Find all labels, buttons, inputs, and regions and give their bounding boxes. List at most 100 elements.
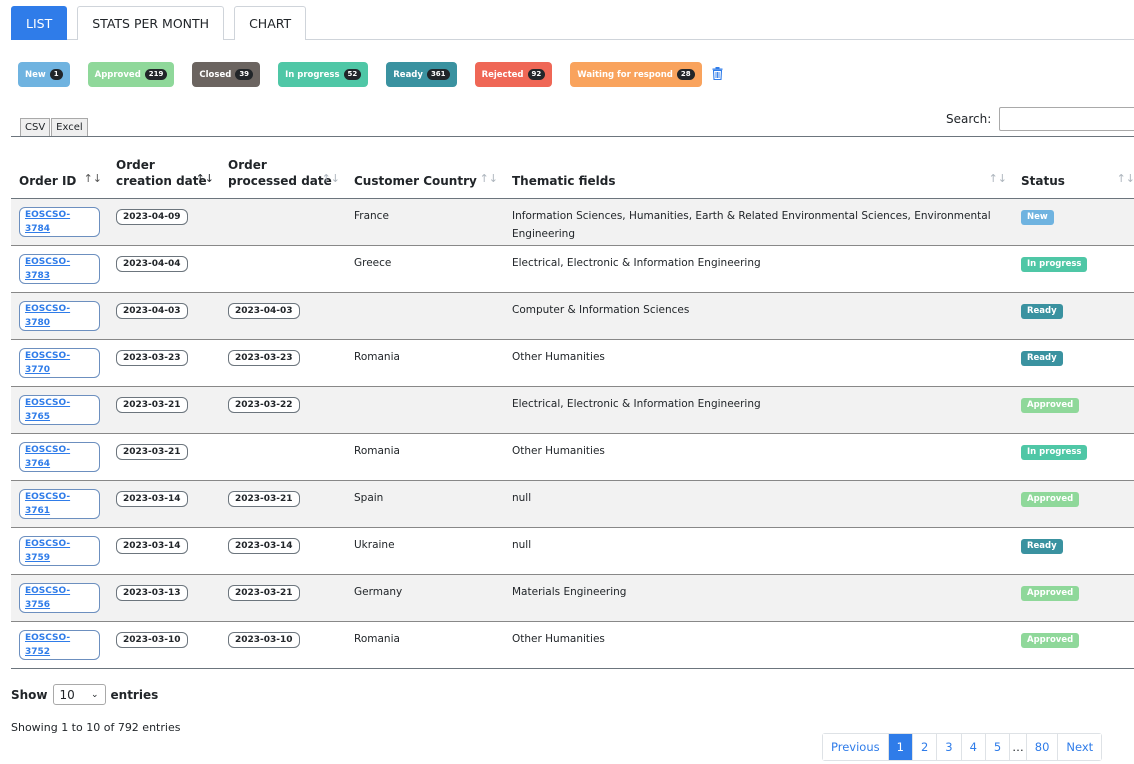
page-length-select[interactable]: 10 ⌄ xyxy=(52,684,106,705)
order-id-link[interactable]: EOSCSO-3765 xyxy=(19,395,100,425)
processed-date-pill: 2023-03-23 xyxy=(228,350,300,366)
table-row: EOSCSO-3783 2023-04-04 Greece Electrical, E… xyxy=(11,245,1134,293)
status-badge: Approved xyxy=(1021,586,1080,601)
cell-processed-date xyxy=(220,198,346,246)
cell-status: Approved xyxy=(1013,386,1134,434)
page-button-3[interactable]: 3 xyxy=(937,734,962,760)
cell-processed-date: 2023-03-21 xyxy=(220,480,346,528)
creation-date-pill: 2023-03-23 xyxy=(116,350,188,366)
table-row: EOSCSO-3765 2023-03-21 2023-03-22 Electrica… xyxy=(11,386,1134,434)
cell-processed-date: 2023-03-22 xyxy=(220,386,346,434)
status-badge: Approved xyxy=(1021,398,1080,413)
cell-status: In progress xyxy=(1013,433,1134,481)
cell-thematic-fields: Electrical, Electronic & Information Eng… xyxy=(504,245,1013,293)
page-button-2[interactable]: 2 xyxy=(912,734,938,760)
processed-date-pill: 2023-03-21 xyxy=(228,491,300,507)
sort-icon: ↑↓ xyxy=(1116,172,1134,185)
filter-approved-button[interactable]: Approved 219 xyxy=(87,62,175,87)
cell-status: Approved xyxy=(1013,622,1134,669)
column-header-order-id[interactable]: Order ID ↑↓ xyxy=(11,136,108,199)
order-id-link[interactable]: EOSCSO-3756 xyxy=(19,583,100,613)
search-input[interactable] xyxy=(999,107,1134,131)
trash-icon[interactable] xyxy=(712,66,723,83)
filter-rejected-button[interactable]: Rejected 92 xyxy=(474,62,553,87)
order-id-link[interactable]: EOSCSO-3783 xyxy=(19,254,100,284)
count-badge: 92 xyxy=(527,69,546,80)
cell-country: Romania xyxy=(354,633,400,645)
table-row: EOSCSO-3752 2023-03-10 2023-03-10 Romania Ot… xyxy=(11,622,1134,669)
tab-bar: LIST STATS PER MONTH CHART xyxy=(11,6,1134,40)
count-badge: 28 xyxy=(676,69,695,80)
cell-thematic-fields: Electrical, Electronic & Information Eng… xyxy=(504,386,1013,434)
table-row: EOSCSO-3784 2023-04-09 France Information S… xyxy=(11,198,1134,246)
cell-processed-date: 2023-03-10 xyxy=(220,622,346,669)
sort-icon: ↑↓ xyxy=(83,172,102,185)
table-header-row: Order ID ↑↓ Order creation date ↑↓ Order p… xyxy=(11,136,1134,199)
table-row: EOSCSO-3761 2023-03-14 2023-03-21 Spain null… xyxy=(11,480,1134,528)
order-id-link[interactable]: EOSCSO-3759 xyxy=(19,536,100,566)
creation-date-pill: 2023-03-14 xyxy=(116,538,188,554)
cell-processed-date xyxy=(220,245,346,293)
status-badge: Ready xyxy=(1021,304,1063,319)
page-button-80[interactable]: 80 xyxy=(1026,734,1059,760)
cell-processed-date: 2023-04-03 xyxy=(220,292,346,340)
column-header-status[interactable]: Status ↑↓ xyxy=(1013,136,1134,199)
processed-date-pill: 2023-03-22 xyxy=(228,397,300,413)
creation-date-pill: 2023-03-21 xyxy=(116,444,188,460)
creation-date-pill: 2023-03-21 xyxy=(116,397,188,413)
cell-status: In progress xyxy=(1013,245,1134,293)
column-header-order-processed-date[interactable]: Order processed date ↑↓ xyxy=(220,136,346,199)
status-badge: Approved xyxy=(1021,633,1080,648)
orders-table-wrapper: Order ID ↑↓ Order creation date ↑↓ Order p… xyxy=(11,136,1134,669)
tab-stats-per-month[interactable]: STATS PER MONTH xyxy=(77,6,225,40)
column-header-customer-country[interactable]: Customer Country ↑↓ xyxy=(346,136,504,199)
count-badge: 1 xyxy=(49,69,63,80)
processed-date-pill: 2023-03-21 xyxy=(228,585,300,601)
orders-table: Order ID ↑↓ Order creation date ↑↓ Order p… xyxy=(11,136,1134,669)
cell-country: Germany xyxy=(346,574,504,622)
cell-creation-date: 2023-03-21 xyxy=(108,433,220,481)
order-id-link[interactable]: EOSCSO-3764 xyxy=(19,442,100,472)
filter-waiting-for-respond-button[interactable]: Waiting for respond 28 xyxy=(570,62,702,87)
table-info: Showing 1 to 10 of 792 entries xyxy=(11,721,181,734)
count-badge: 361 xyxy=(426,69,450,80)
cell-thematic-fields: Computer & Information Sciences xyxy=(504,292,1013,340)
cell-country: Romania xyxy=(346,433,504,481)
cell-status: Approved xyxy=(1013,574,1134,622)
creation-date-pill: 2023-03-14 xyxy=(116,491,188,507)
order-id-link[interactable]: EOSCSO-3770 xyxy=(19,348,100,378)
csv-export-button[interactable]: CSV xyxy=(20,118,51,137)
cell-thematic-fields: null xyxy=(504,527,1013,575)
next-page-button[interactable]: Next xyxy=(1058,734,1102,760)
sort-icon: ↑↓ xyxy=(988,172,1007,185)
cell-country: Spain xyxy=(346,480,504,528)
filter-closed-button[interactable]: Closed 39 xyxy=(192,62,261,87)
cell-country: Romania xyxy=(346,339,504,387)
filter-new-button[interactable]: New 1 xyxy=(18,62,70,87)
cell-creation-date: 2023-04-09 xyxy=(108,198,220,246)
column-header-thematic-fields[interactable]: Thematic fields ↑↓ xyxy=(504,136,1013,199)
page-button-1[interactable]: 1 xyxy=(888,734,913,760)
tab-list[interactable]: LIST xyxy=(11,6,68,40)
cell-country xyxy=(346,292,504,340)
order-id-link[interactable]: EOSCSO-3752 xyxy=(19,630,100,660)
excel-export-button[interactable]: Excel xyxy=(51,118,88,137)
pagination: Previous 1 2 3 4 5 … 80 Next xyxy=(822,733,1103,761)
order-id-link[interactable]: EOSCSO-3780 xyxy=(19,301,100,331)
cell-creation-date: 2023-03-13 xyxy=(108,574,220,622)
filter-ready-button[interactable]: Ready 361 xyxy=(386,62,457,87)
tab-chart[interactable]: CHART xyxy=(234,6,307,40)
creation-date-pill: 2023-03-13 xyxy=(116,585,188,601)
cell-thematic-fields: null xyxy=(504,480,1013,528)
creation-date-pill: 2023-04-04 xyxy=(116,256,188,272)
page-button-4[interactable]: 4 xyxy=(961,734,986,760)
column-header-order-creation-date[interactable]: Order creation date ↑↓ xyxy=(108,136,220,199)
status-badge: Ready xyxy=(1021,539,1063,554)
order-id-link[interactable]: EOSCSO-3784 xyxy=(19,207,100,237)
cell-creation-date: 2023-03-14 xyxy=(108,480,220,528)
filter-in-progress-button[interactable]: In progress 52 xyxy=(278,62,369,87)
cell-status: New xyxy=(1013,198,1134,246)
order-id-link[interactable]: EOSCSO-3761 xyxy=(19,489,100,519)
page-button-5[interactable]: 5 xyxy=(985,734,1011,760)
previous-page-button[interactable]: Previous xyxy=(823,734,889,760)
